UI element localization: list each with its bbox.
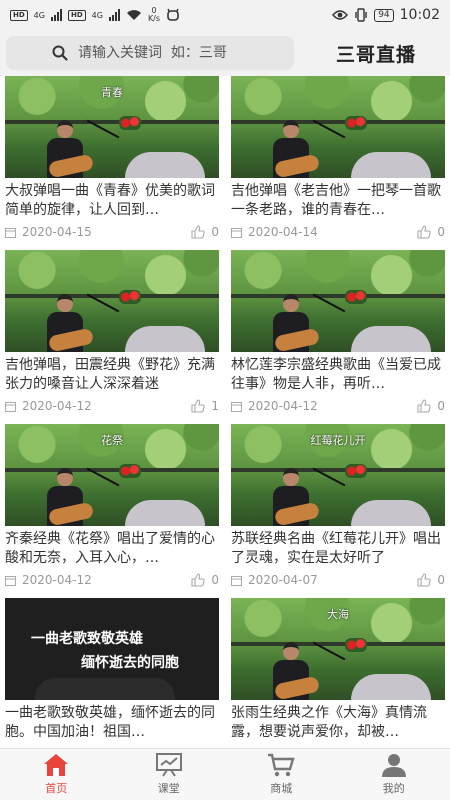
- status-bar: HD 4G HD 4G 0 K/s 94 10:02: [0, 0, 450, 30]
- video-thumbnail[interactable]: [5, 250, 219, 352]
- cart-icon: [268, 753, 295, 777]
- search-icon: [52, 45, 68, 61]
- thumbnail-overlay-line1: 一曲老歌致敬英雄: [31, 631, 143, 647]
- signal-icon-1: [50, 9, 62, 21]
- like-count: 0: [437, 225, 445, 239]
- video-card[interactable]: 吉他弹唱《老吉他》一把琴一首歌一条老路，谁的青春在… 2020-04-14 0: [231, 76, 445, 242]
- classroom-icon: [155, 753, 182, 777]
- video-date: 2020-04-12: [22, 399, 92, 413]
- wifi-icon: [126, 10, 141, 20]
- network-type-1: 4G: [33, 10, 45, 20]
- video-card[interactable]: 吉他弹唱，田震经典《野花》充满张力的嗓音让人深深着迷 2020-04-12 1: [5, 250, 219, 416]
- video-card[interactable]: 大海 张雨生经典之作《大海》真情流露，想要说声爱你，却被…: [231, 598, 445, 748]
- search-input[interactable]: [78, 45, 278, 61]
- video-date: 2020-04-14: [248, 225, 318, 239]
- video-card[interactable]: 红莓花儿开 苏联经典名曲《红莓花儿开》唱出了灵魂，实在是太好听了 2020-04…: [231, 424, 445, 590]
- video-meta: 2020-04-07 0: [231, 570, 445, 590]
- profile-icon: [381, 754, 406, 777]
- video-grid: 青春 大叔弹唱一曲《青春》优美的歌词简单的旋律，让人回到… 2020-04-15…: [0, 76, 450, 748]
- signal-icon-2: [108, 9, 120, 21]
- calendar-icon: [231, 575, 242, 586]
- calendar-icon: [231, 401, 242, 412]
- network-type-2: 4G: [91, 10, 103, 20]
- tab-profile[interactable]: 我的: [338, 749, 450, 800]
- speed-unit: K/s: [147, 14, 161, 23]
- tab-home[interactable]: 首页: [0, 749, 113, 800]
- thumbnail-caption: 大海: [327, 608, 349, 621]
- video-thumbnail[interactable]: [231, 76, 445, 178]
- like-count: 0: [437, 399, 445, 413]
- clock: 10:02: [399, 7, 440, 23]
- thumbs-up-icon[interactable]: [417, 399, 432, 413]
- video-meta: 2020-04-12 0: [5, 570, 219, 590]
- brand-title: 三哥直播: [335, 43, 416, 66]
- video-title[interactable]: 吉他弹唱《老吉他》一把琴一首歌一条老路，谁的青春在…: [231, 182, 445, 220]
- thumbnail-caption: 红莓花儿开: [310, 434, 366, 447]
- video-date: 2020-04-12: [22, 573, 92, 587]
- tab-label: 我的: [382, 782, 405, 795]
- calendar-icon: [5, 227, 16, 238]
- thumbs-up-icon[interactable]: [191, 573, 206, 587]
- search-bar[interactable]: [6, 36, 294, 70]
- video-thumbnail[interactable]: 大海: [231, 598, 445, 700]
- video-meta: 2020-04-12 0: [231, 396, 445, 416]
- tab-label: 首页: [45, 782, 68, 795]
- status-left: HD 4G HD 4G 0 K/s: [10, 7, 180, 23]
- vibrate-icon: [355, 8, 367, 22]
- video-card[interactable]: 青春 大叔弹唱一曲《青春》优美的歌词简单的旋律，让人回到… 2020-04-15…: [5, 76, 219, 242]
- status-right: 94 10:02: [332, 7, 440, 23]
- thumbnail-overlay-line2: 缅怀逝去的同胞: [81, 655, 179, 671]
- like-count: 0: [211, 225, 219, 239]
- video-thumbnail[interactable]: [231, 250, 445, 352]
- battery-level: 94: [374, 8, 394, 22]
- thumbnail-caption: 青春: [101, 86, 123, 99]
- video-title[interactable]: 齐秦经典《花祭》唱出了爱情的心酸和无奈，入耳入心，…: [5, 530, 219, 568]
- tab-label: 商城: [270, 782, 293, 795]
- calendar-icon: [5, 575, 16, 586]
- thumbs-up-icon[interactable]: [417, 573, 432, 587]
- video-thumbnail[interactable]: 花祭: [5, 424, 219, 526]
- like-count: 1: [211, 399, 219, 413]
- hd-badge-2: HD: [67, 9, 86, 21]
- video-title[interactable]: 吉他弹唱，田震经典《野花》充满张力的嗓音让人深深着迷: [5, 356, 219, 394]
- video-title[interactable]: 苏联经典名曲《红莓花儿开》唱出了灵魂，实在是太好听了: [231, 530, 445, 568]
- thumbs-up-icon[interactable]: [191, 399, 206, 413]
- thumbnail-caption: 花祭: [101, 434, 123, 447]
- tab-classroom[interactable]: 课堂: [113, 749, 226, 800]
- video-title[interactable]: 一曲老歌致敬英雄，缅怀逝去的同胞。中国加油！祖国…: [5, 704, 219, 742]
- home-icon: [44, 754, 69, 776]
- video-title[interactable]: 林忆莲李宗盛经典歌曲《当爱已成往事》物是人非，再听…: [231, 356, 445, 394]
- eye-icon: [332, 10, 349, 20]
- calendar-icon: [231, 227, 242, 238]
- search-header: 三哥直播: [0, 30, 450, 76]
- video-title[interactable]: 大叔弹唱一曲《青春》优美的歌词简单的旋律，让人回到…: [5, 182, 219, 220]
- video-meta: 2020-04-12 1: [5, 396, 219, 416]
- video-card[interactable]: 花祭 齐秦经典《花祭》唱出了爱情的心酸和无奈，入耳入心，… 2020-04-12…: [5, 424, 219, 590]
- video-card[interactable]: 林忆莲李宗盛经典歌曲《当爱已成往事》物是人非，再听… 2020-04-12 0: [231, 250, 445, 416]
- video-date: 2020-04-07: [248, 573, 318, 587]
- thumbs-up-icon[interactable]: [417, 225, 432, 239]
- video-date: 2020-04-12: [248, 399, 318, 413]
- app-notification-icon: [167, 8, 179, 21]
- like-count: 0: [211, 573, 219, 587]
- bottom-tab-bar: 首页 课堂 商城 我的: [0, 748, 450, 800]
- hd-badge-1: HD: [10, 9, 28, 21]
- calendar-icon: [5, 401, 16, 412]
- tab-label: 课堂: [157, 782, 180, 795]
- video-meta: 2020-04-14 0: [231, 222, 445, 242]
- video-card[interactable]: 一曲老歌致敬英雄 缅怀逝去的同胞 一曲老歌致敬英雄，缅怀逝去的同胞。中国加油！祖…: [5, 598, 219, 748]
- video-meta: 2020-04-15 0: [5, 222, 219, 242]
- like-count: 0: [437, 573, 445, 587]
- video-title[interactable]: 张雨生经典之作《大海》真情流露，想要说声爱你，却被…: [231, 704, 445, 742]
- video-thumbnail[interactable]: 一曲老歌致敬英雄 缅怀逝去的同胞: [5, 598, 219, 700]
- thumbs-up-icon[interactable]: [191, 225, 206, 239]
- video-thumbnail[interactable]: 青春: [5, 76, 219, 178]
- tab-mall[interactable]: 商城: [225, 749, 338, 800]
- video-date: 2020-04-15: [22, 225, 92, 239]
- video-thumbnail[interactable]: 红莓花儿开: [231, 424, 445, 526]
- network-speed: 0 K/s: [148, 7, 160, 23]
